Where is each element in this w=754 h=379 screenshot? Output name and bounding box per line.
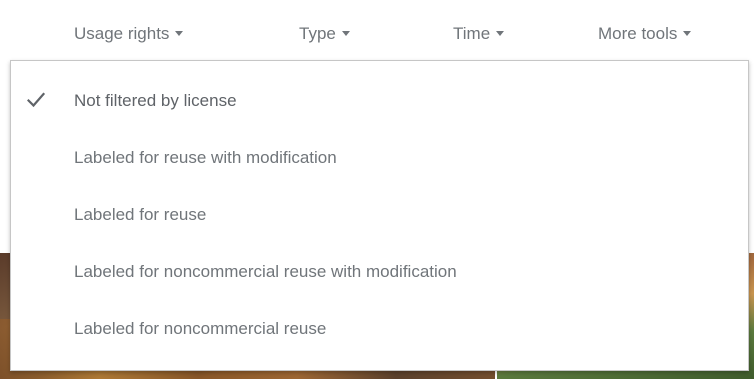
menu-item-label: Labeled for noncommercial reuse bbox=[74, 319, 327, 338]
check-icon bbox=[27, 92, 45, 108]
menu-item-label: Labeled for noncommercial reuse with mod… bbox=[74, 262, 457, 281]
menu-item-label: Labeled for reuse bbox=[74, 205, 207, 224]
usage-rights-label: Usage rights bbox=[74, 24, 170, 43]
menu-item-reuse[interactable]: Labeled for reuse bbox=[11, 196, 748, 234]
menu-item-label: Not filtered by license bbox=[74, 91, 237, 110]
usage-rights-dropdown[interactable]: Usage rights bbox=[74, 24, 184, 44]
time-dropdown[interactable]: Time bbox=[453, 24, 505, 44]
more-tools-label: More tools bbox=[598, 24, 678, 43]
menu-item-not-filtered-by-license[interactable]: Not filtered by license bbox=[11, 82, 748, 120]
caret-down-icon bbox=[496, 31, 505, 37]
search-tools-toolbar: Usage rights Type Time More tools bbox=[0, 0, 754, 62]
more-tools-dropdown[interactable]: More tools bbox=[598, 24, 692, 44]
type-dropdown[interactable]: Type bbox=[299, 24, 350, 44]
type-label: Type bbox=[299, 24, 336, 43]
menu-item-reuse-with-modification[interactable]: Labeled for reuse with modification bbox=[11, 139, 748, 177]
usage-rights-menu: Not filtered by license Labeled for reus… bbox=[10, 60, 749, 371]
caret-down-icon bbox=[683, 31, 692, 37]
caret-down-icon bbox=[175, 31, 184, 37]
image-search-page: Usage rights Type Time More tools Not fi… bbox=[0, 0, 754, 379]
caret-down-icon bbox=[341, 31, 350, 37]
time-label: Time bbox=[453, 24, 491, 43]
menu-item-noncommercial-reuse-with-modification[interactable]: Labeled for noncommercial reuse with mod… bbox=[11, 253, 748, 291]
menu-item-noncommercial-reuse[interactable]: Labeled for noncommercial reuse bbox=[11, 310, 748, 348]
menu-item-label: Labeled for reuse with modification bbox=[74, 148, 337, 167]
